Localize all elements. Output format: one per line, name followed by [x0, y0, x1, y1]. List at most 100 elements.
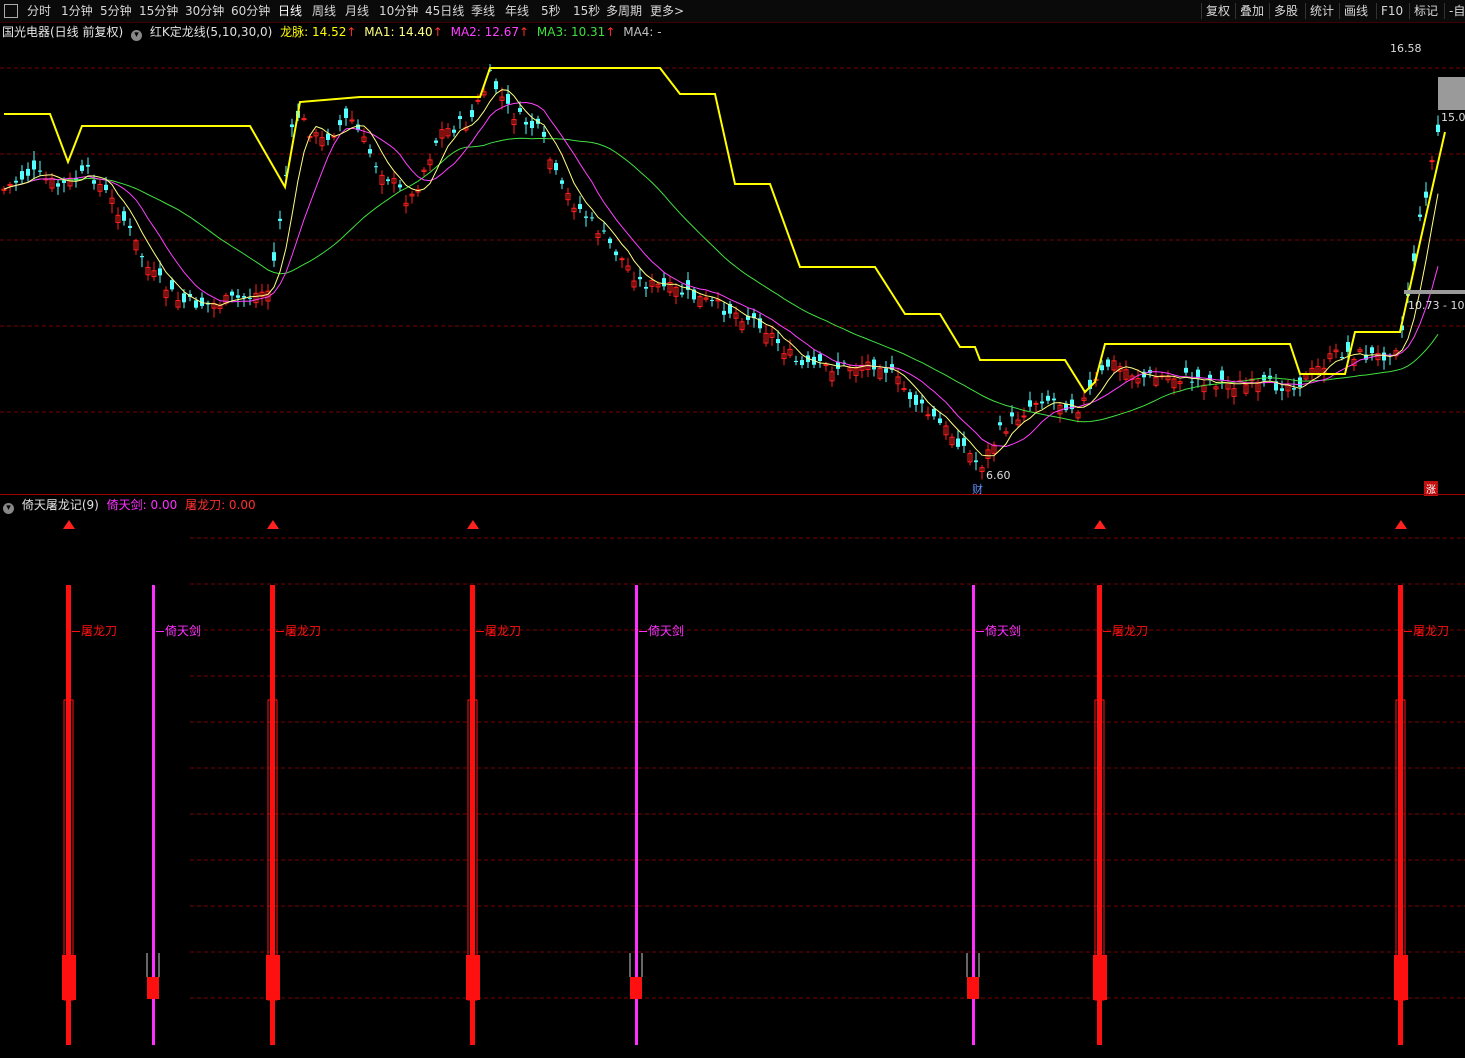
- candle-body: [590, 217, 594, 219]
- signal-label-text: 倚天剑: [165, 624, 202, 638]
- candle-body: [14, 180, 18, 183]
- tulong-signal[interactable]: [1394, 520, 1408, 1045]
- candle-body: [230, 291, 234, 296]
- period-tab[interactable]: 更多>: [650, 2, 684, 20]
- tulong-signal[interactable]: [62, 520, 76, 1045]
- signal-label: 屠龙刀: [72, 622, 117, 639]
- tulong-signal[interactable]: [1093, 520, 1107, 1045]
- candle-body: [182, 293, 186, 303]
- candlestick-chart[interactable]: [0, 22, 1465, 494]
- label-connector: [1103, 631, 1111, 632]
- yitian-signal[interactable]: [629, 585, 643, 1045]
- candle-body: [92, 180, 96, 184]
- toolbar-separator: [1376, 3, 1377, 19]
- candle-body: [956, 438, 960, 447]
- candle-body: [1382, 352, 1386, 361]
- period-tab[interactable]: 季线: [471, 2, 495, 20]
- candle-body: [494, 81, 498, 90]
- candle-body: [1220, 370, 1224, 381]
- yitian-signal[interactable]: [146, 585, 160, 1045]
- period-tab[interactable]: 多周期: [606, 2, 642, 20]
- window-menu-icon[interactable]: [4, 4, 18, 18]
- period-tab[interactable]: 60分钟: [231, 2, 270, 20]
- toolbar-button[interactable]: F10: [1381, 2, 1403, 20]
- candle-body: [884, 368, 888, 373]
- price-range-label: 10.73 - 10.8: [1408, 299, 1465, 312]
- candle-body: [619, 258, 625, 261]
- low-price-label: 6.60: [986, 469, 1011, 482]
- candle-body: [434, 140, 438, 143]
- toolbar-separator: [1409, 3, 1410, 19]
- signal-block: [466, 955, 480, 1000]
- candle-body: [56, 183, 60, 187]
- candle-body: [1346, 342, 1350, 352]
- signal-chart[interactable]: [0, 495, 1465, 1057]
- candle-body: [776, 339, 780, 344]
- toolbar-button[interactable]: -自: [1449, 2, 1465, 20]
- signal-block: [1093, 955, 1107, 1000]
- up-triangle-icon: [267, 520, 279, 529]
- period-tab[interactable]: 月线: [345, 2, 369, 20]
- label-connector: [976, 631, 984, 632]
- period-tab[interactable]: 分时: [27, 2, 51, 20]
- toolbar-button[interactable]: 标记: [1414, 2, 1438, 20]
- candle-body: [1040, 401, 1044, 404]
- period-tab[interactable]: 1分钟: [61, 2, 93, 20]
- toolbar-separator: [1305, 3, 1306, 19]
- candle-body: [518, 108, 522, 112]
- toolbar-separator: [1269, 3, 1270, 19]
- candle-body: [800, 360, 804, 366]
- period-tab[interactable]: 日线: [278, 2, 302, 20]
- toolbar-button[interactable]: 统计: [1310, 2, 1334, 20]
- period-tab[interactable]: 5分钟: [100, 2, 132, 20]
- candle-body: [368, 149, 372, 154]
- candle-body: [584, 216, 588, 218]
- period-tab[interactable]: 5秒: [541, 2, 561, 20]
- toolbar-button[interactable]: 叠加: [1240, 2, 1264, 20]
- candle-body: [1046, 395, 1050, 401]
- signal-label: 屠龙刀: [1103, 622, 1148, 639]
- period-tab[interactable]: 45日线: [425, 2, 464, 20]
- tulong-signal[interactable]: [266, 520, 280, 1045]
- label-connector: [276, 631, 284, 632]
- signal-block: [266, 955, 280, 1000]
- candle-body: [662, 278, 666, 287]
- toolbar-button[interactable]: 多股: [1274, 2, 1298, 20]
- candle-body: [938, 418, 942, 424]
- longmai-line: [4, 67, 1446, 394]
- period-tab[interactable]: 15秒: [573, 2, 600, 20]
- candle-body: [524, 121, 528, 125]
- candle-body: [908, 392, 912, 400]
- period-tab[interactable]: 年线: [505, 2, 529, 20]
- candle-body: [20, 171, 24, 180]
- toolbar-button[interactable]: 画线: [1344, 2, 1368, 20]
- period-tab[interactable]: 周线: [312, 2, 336, 20]
- candle-body: [248, 297, 252, 299]
- candle-body: [1280, 388, 1284, 391]
- candle-body: [122, 211, 126, 221]
- candle-body: [920, 399, 924, 404]
- period-tab[interactable]: 30分钟: [185, 2, 224, 20]
- candle-body: [344, 108, 348, 118]
- candle-body: [1100, 365, 1104, 371]
- toolbar-button[interactable]: 复权: [1206, 2, 1230, 20]
- signal-label: 屠龙刀: [276, 622, 321, 639]
- tulong-signal[interactable]: [466, 520, 480, 1045]
- candle-body: [1298, 377, 1302, 387]
- candle-body: [710, 300, 714, 302]
- toolbar-separator: [1339, 3, 1340, 19]
- up-triangle-icon: [63, 520, 75, 529]
- candle-body: [242, 296, 246, 298]
- candle-body: [278, 218, 282, 221]
- yitian-signal[interactable]: [966, 585, 980, 1045]
- period-tab[interactable]: 15分钟: [139, 2, 178, 20]
- candle-body: [998, 422, 1002, 426]
- candle-body: [823, 364, 829, 367]
- signal-label: 倚天剑: [976, 622, 1021, 639]
- candle-body: [236, 295, 240, 298]
- candle-body: [530, 120, 534, 129]
- period-tab[interactable]: 10分钟: [379, 2, 418, 20]
- signal-label: 倚天剑: [639, 622, 684, 639]
- label-connector: [476, 631, 484, 632]
- candle-body: [386, 179, 390, 182]
